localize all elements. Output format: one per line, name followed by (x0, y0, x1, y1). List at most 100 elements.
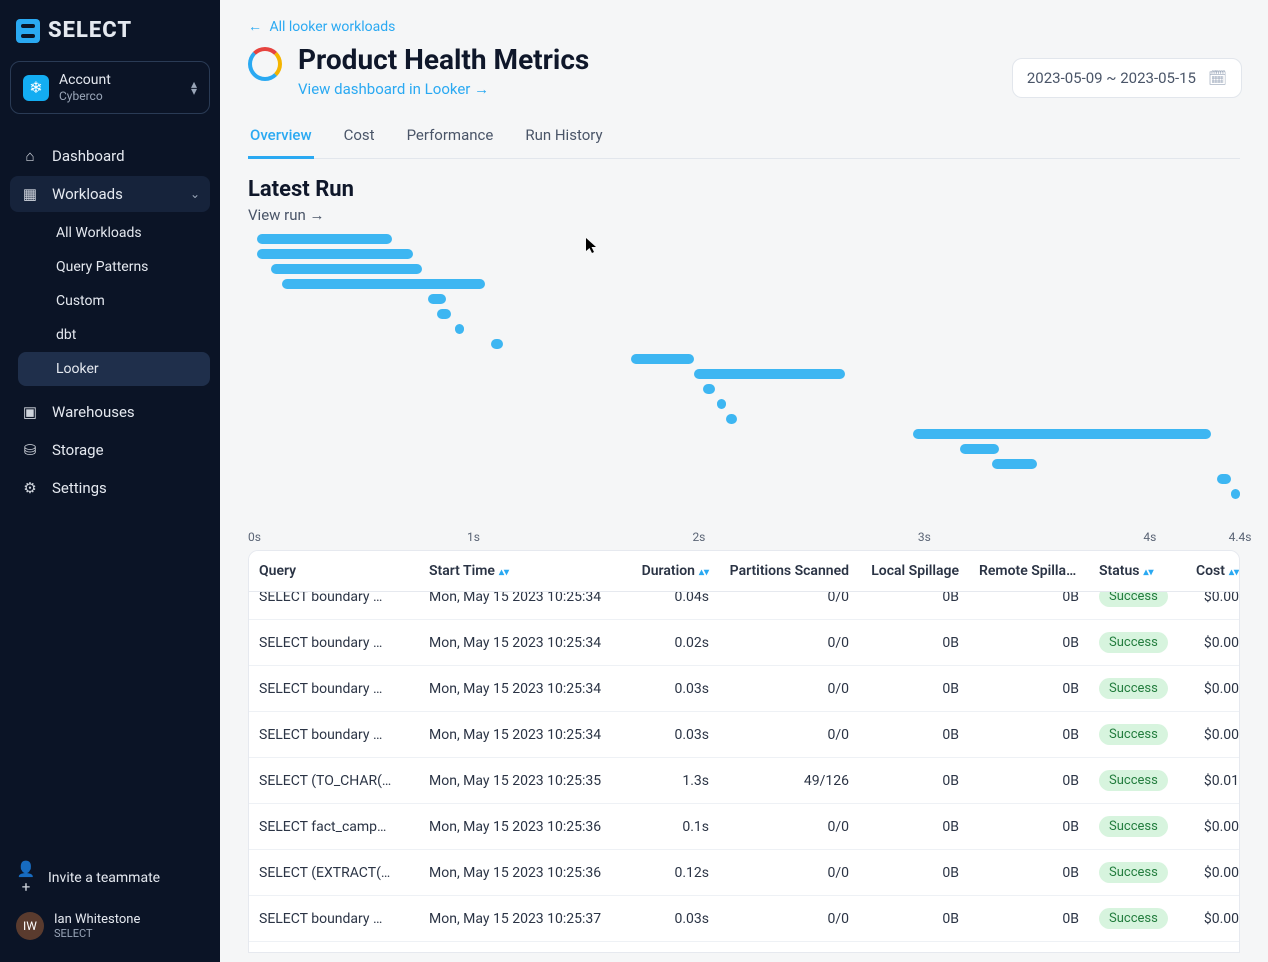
gear-icon: ⚙ (20, 479, 40, 497)
table-row[interactable]: SELECT boundary …Mon, May 15 2023 10:25:… (249, 712, 1239, 758)
tab-cost[interactable]: Cost (342, 120, 377, 158)
gantt-bar[interactable] (455, 324, 464, 334)
cell-query: SELECT boundary … (249, 666, 419, 712)
gantt-bar[interactable] (271, 264, 422, 274)
gantt-bar[interactable] (282, 279, 485, 289)
nav-warehouses-label: Warehouses (52, 403, 135, 421)
home-icon: ⌂ (20, 147, 40, 165)
col-start-time[interactable]: Start Time▴▾ (419, 551, 629, 592)
table-row[interactable]: SELECT fact_camp…Mon, May 15 2023 10:25:… (249, 804, 1239, 850)
date-range-picker[interactable]: 2023-05-09 ~ 2023-05-15 🗓 (1012, 58, 1242, 98)
nav-dashboard-label: Dashboard (52, 147, 125, 165)
gantt-bar[interactable] (726, 414, 737, 424)
nav-workloads-sub: All Workloads Query Patterns Custom dbt … (18, 216, 210, 386)
back-link[interactable]: ← All looker workloads (248, 19, 395, 35)
table-row[interactable]: SELECT (EXTRACT(…Mon, May 15 2023 10:25:… (249, 850, 1239, 896)
nav-warehouses[interactable]: ▣ Warehouses (10, 394, 210, 430)
nav-sub-query-patterns[interactable]: Query Patterns (18, 250, 210, 284)
status-badge: Success (1099, 632, 1168, 653)
cell-cost: $0.00 (1179, 804, 1239, 850)
content: Latest Run View run → 0s1s2s3s4s4.4s Que… (220, 159, 1268, 953)
view-run-link[interactable]: View run → (248, 206, 1240, 224)
sort-icon: ▴▾ (1143, 570, 1153, 575)
table-row[interactable]: SELECT boundary …Mon, May 15 2023 10:25:… (249, 592, 1239, 620)
cell-query: SELECT boundary … (249, 942, 419, 953)
gantt-bar[interactable] (437, 309, 451, 319)
cell-status: Success (1089, 666, 1179, 712)
account-org: Cyberco (59, 89, 181, 103)
add-user-icon: 👤+ (16, 860, 36, 896)
cell-partitions: 0/0 (719, 592, 859, 620)
snowflake-icon: ❄ (23, 75, 49, 101)
cell-partitions: 0/0 (719, 804, 859, 850)
nav-storage-label: Storage (52, 441, 104, 459)
table-row[interactable]: SELECT (TO_CHAR(…Mon, May 15 2023 10:25:… (249, 758, 1239, 804)
user-menu[interactable]: IW Ian Whitestone SELECT (16, 912, 204, 940)
gantt-bar[interactable] (428, 294, 446, 304)
gantt-bar[interactable] (257, 234, 392, 244)
cell-partitions: 0/0 (719, 712, 859, 758)
cell-partitions: 49/126 (719, 758, 859, 804)
table-row[interactable]: SELECT boundary …Mon, May 15 2023 10:25:… (249, 666, 1239, 712)
cell-start-time: Mon, May 15 2023 10:25:34 (419, 712, 629, 758)
nav-settings-label: Settings (52, 479, 107, 497)
col-remote-spillage[interactable]: Remote Spillage (969, 551, 1089, 592)
table-body-scroll[interactable]: SELECT boundary …Mon, May 15 2023 10:25:… (249, 592, 1239, 952)
view-dashboard-link[interactable]: View dashboard in Looker → (298, 80, 589, 98)
col-partitions[interactable]: Partitions Scanned (719, 551, 859, 592)
cell-start-time: Mon, May 15 2023 10:25:37 (419, 942, 629, 953)
invite-teammate[interactable]: 👤+ Invite a teammate (16, 860, 204, 896)
account-text: Account Cyberco (59, 72, 181, 103)
header: ← All looker workloads Product Health Me… (220, 0, 1268, 159)
col-query[interactable]: Query (249, 551, 419, 592)
cell-remote-spillage: 0B (969, 620, 1089, 666)
nav-workloads[interactable]: ▦ Workloads ⌄ (10, 176, 210, 212)
gantt-bar[interactable] (1231, 489, 1240, 499)
status-badge: Success (1099, 678, 1168, 699)
gantt-bar[interactable] (631, 354, 694, 364)
gantt-bar[interactable] (913, 429, 1211, 439)
gantt-bar[interactable] (992, 459, 1037, 469)
gantt-bar[interactable] (257, 249, 413, 259)
gantt-bar[interactable] (694, 369, 845, 379)
gantt-bar[interactable] (491, 339, 502, 349)
axis-tick: 1s (467, 530, 480, 544)
col-cost[interactable]: Cost▴▾ (1179, 551, 1240, 592)
gantt-axis: 0s1s2s3s4s4.4s (248, 524, 1240, 544)
tabs: Overview Cost Performance Run History (248, 120, 1240, 159)
date-range-text: 2023-05-09 ~ 2023-05-15 (1027, 69, 1196, 87)
workloads-icon: ▦ (20, 185, 40, 203)
cell-start-time: Mon, May 15 2023 10:25:35 (419, 758, 629, 804)
table-row[interactable]: SELECT boundary …Mon, May 15 2023 10:25:… (249, 942, 1239, 953)
gantt-bar[interactable] (1217, 474, 1231, 484)
tab-performance[interactable]: Performance (405, 120, 496, 158)
cell-duration: 0.03s (629, 666, 719, 712)
gantt-bar[interactable] (717, 399, 726, 409)
nav-sub-dbt[interactable]: dbt (18, 318, 210, 352)
nav-dashboard[interactable]: ⌂ Dashboard (10, 138, 210, 174)
tab-run-history[interactable]: Run History (523, 120, 604, 158)
sort-icon: ▴▾ (699, 570, 709, 575)
cell-start-time: Mon, May 15 2023 10:25:34 (419, 666, 629, 712)
table-row[interactable]: SELECT boundary …Mon, May 15 2023 10:25:… (249, 620, 1239, 666)
nav-sub-looker[interactable]: Looker (18, 352, 210, 386)
col-duration[interactable]: Duration▴▾ (629, 551, 719, 592)
cell-start-time: Mon, May 15 2023 10:25:36 (419, 804, 629, 850)
nav-sub-custom[interactable]: Custom (18, 284, 210, 318)
nav-storage[interactable]: ⛁ Storage (10, 432, 210, 468)
nav-sub-all-workloads[interactable]: All Workloads (18, 216, 210, 250)
cell-start-time: Mon, May 15 2023 10:25:34 (419, 620, 629, 666)
table-row[interactable]: SELECT boundary …Mon, May 15 2023 10:25:… (249, 896, 1239, 942)
col-status[interactable]: Status▴▾ (1089, 551, 1179, 592)
primary-nav: ⌂ Dashboard ▦ Workloads ⌄ All Workloads … (10, 138, 210, 506)
gantt-bar[interactable] (960, 444, 998, 454)
col-local-spillage[interactable]: Local Spillage (859, 551, 969, 592)
user-name: Ian Whitestone (54, 912, 140, 927)
gantt-bar[interactable] (703, 384, 714, 394)
sort-icon: ▴▾ (499, 570, 509, 575)
cell-local-spillage: 0B (859, 804, 969, 850)
account-switcher[interactable]: ❄ Account Cyberco ▴▾ (10, 61, 210, 114)
tab-overview[interactable]: Overview (248, 120, 314, 159)
nav-settings[interactable]: ⚙ Settings (10, 470, 210, 506)
back-link-label: All looker workloads (269, 19, 395, 35)
